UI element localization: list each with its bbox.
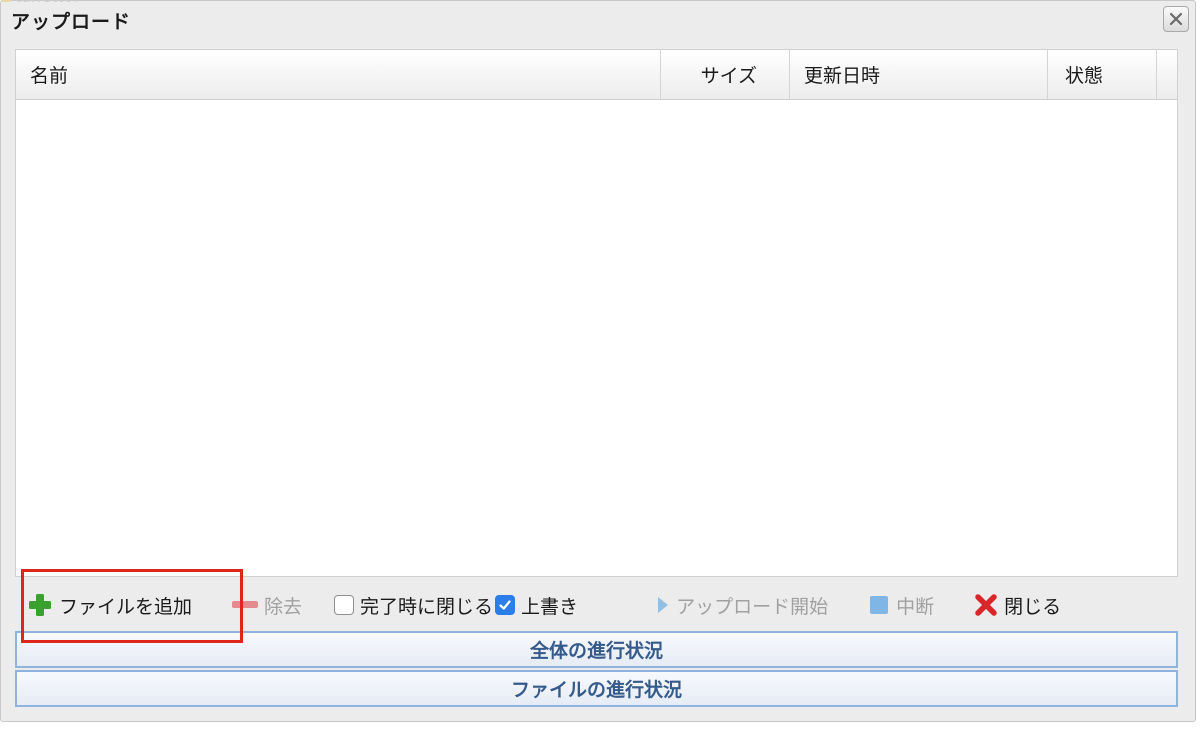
remove-button[interactable]: 除去 xyxy=(232,592,302,619)
column-header-name[interactable]: 名前 xyxy=(16,50,661,99)
column-header-filler xyxy=(1157,50,1177,99)
file-list-body[interactable] xyxy=(16,100,1177,576)
overwrite-label: 上書き xyxy=(521,595,579,618)
close-on-complete-option[interactable]: 完了時に閉じる xyxy=(334,592,493,619)
checkmark-icon xyxy=(499,600,511,610)
file-progress-bar: ファイルの進行状況 xyxy=(15,670,1178,707)
column-header-size[interactable]: サイズ xyxy=(661,50,790,99)
close-button[interactable]: 閉じる xyxy=(974,592,1061,619)
red-x-icon xyxy=(975,594,997,616)
add-file-button[interactable]: ファイルを追加 xyxy=(27,592,192,619)
overwrite-option[interactable]: 上書き xyxy=(495,592,578,619)
column-header-status[interactable]: 状態 xyxy=(1048,50,1157,99)
dialog-close-button[interactable] xyxy=(1163,6,1189,32)
background-window-title: tanettor xyxy=(1,0,80,6)
close-on-complete-label: 完了時に閉じる xyxy=(360,595,494,618)
overwrite-checkbox[interactable] xyxy=(495,595,516,615)
file-progress-label: ファイルの進行状況 xyxy=(510,679,682,701)
plus-icon xyxy=(29,594,51,616)
remove-label: 除去 xyxy=(264,595,303,618)
background-window-title-text: tanettor xyxy=(15,0,80,6)
start-upload-label: アップロード開始 xyxy=(676,595,829,618)
table-header: 名前 サイズ 更新日時 状態 xyxy=(16,50,1177,100)
abort-label: 中断 xyxy=(896,595,935,618)
close-on-complete-checkbox[interactable] xyxy=(334,595,355,615)
stop-icon xyxy=(870,596,889,614)
overall-progress-bar: 全体の進行状況 xyxy=(15,631,1178,668)
overall-progress-label: 全体の進行状況 xyxy=(529,640,663,662)
add-file-label: ファイルを追加 xyxy=(59,595,193,618)
close-icon xyxy=(1169,12,1183,26)
minus-icon xyxy=(232,601,259,608)
upload-toolbar: ファイルを追加 除去 完了時に閉じる 上書き アップロード開始 中断 閉じる xyxy=(15,579,1178,631)
upload-dialog: tanettor アップロード 名前 サイズ 更新日時 状態 ファイルを追加 xyxy=(0,0,1196,722)
start-upload-button[interactable]: アップロード開始 xyxy=(656,592,828,619)
file-table: 名前 サイズ 更新日時 状態 xyxy=(15,49,1178,577)
column-header-modified[interactable]: 更新日時 xyxy=(790,50,1048,99)
play-icon xyxy=(658,597,669,613)
dialog-title: アップロード xyxy=(11,11,132,33)
close-label: 閉じる xyxy=(1004,595,1062,618)
abort-button[interactable]: 中断 xyxy=(868,592,934,619)
folder-icon xyxy=(1,0,11,2)
